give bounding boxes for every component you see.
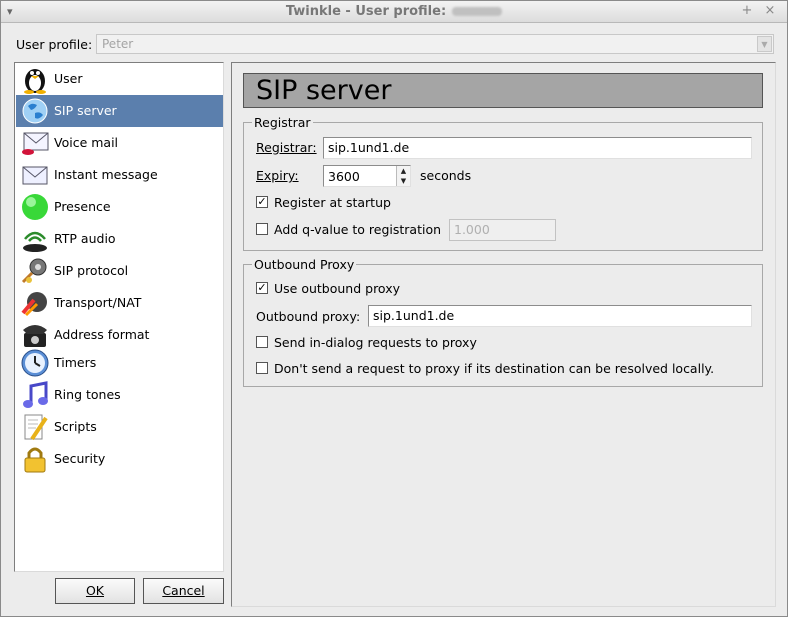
sidebar-item-transport-nat[interactable]: Transport/NAT [16, 287, 223, 319]
user-profile-label: User profile: [16, 37, 93, 52]
expiry-label: Expiry: [256, 168, 299, 183]
sidebar-item-label: Transport/NAT [54, 295, 142, 310]
settings-panel: SIP server Registrar Registrar: sip.1und… [231, 62, 776, 607]
sidebar-item-rtp-audio[interactable]: RTP audio [16, 223, 223, 255]
sidebar-item-instant-message[interactable]: Instant message [16, 159, 223, 191]
telephone-icon [23, 325, 47, 347]
send-in-dialog-checkbox[interactable] [256, 336, 268, 348]
spin-arrows-icon[interactable]: ▲ ▼ [396, 166, 410, 186]
register-at-startup-label[interactable]: Register at startup [274, 195, 391, 210]
outbound-proxy-group-legend: Outbound Proxy [252, 257, 357, 272]
tux-user-icon [24, 69, 46, 94]
use-outbound-proxy-checkbox[interactable]: ✓ [256, 282, 268, 294]
sidebar-item-label: Ring tones [54, 387, 121, 402]
cancel-button[interactable]: Cancel [143, 578, 224, 604]
user-profile-window: ▾ Twinkle - User profile: + × User profi… [0, 0, 788, 617]
outbound-proxy-label: Outbound proxy: [256, 309, 361, 324]
sidebar-item-label: User [54, 71, 83, 86]
expiry-spinbox[interactable]: 3600 ▲ ▼ [323, 165, 411, 187]
ok-button[interactable]: OK [55, 578, 135, 604]
expiry-value: 3600 [328, 169, 360, 184]
rtp-audio-icon [23, 231, 47, 252]
user-profile-value: Peter [102, 37, 134, 51]
envelope-icon [22, 166, 48, 185]
sidebar-item-user[interactable]: User [16, 63, 223, 95]
add-qvalue-checkbox[interactable] [256, 223, 268, 235]
sidebar-item-voice-mail[interactable]: Voice mail [16, 127, 223, 159]
registrar-label: Registrar: [256, 140, 317, 155]
blurred-profile-name [452, 7, 503, 16]
sidebar-item-label: Voice mail [54, 135, 119, 150]
expiry-unit-label: seconds [420, 168, 472, 183]
sidebar-item-presence[interactable]: Presence [16, 191, 223, 223]
close-button[interactable]: × [763, 4, 777, 18]
sidebar-item-label: Presence [54, 199, 111, 214]
registrar-group-legend: Registrar [252, 115, 313, 130]
sidebar-item-label: Address format [54, 327, 150, 342]
padlock-icon [24, 447, 46, 473]
use-outbound-proxy-label[interactable]: Use outbound proxy [274, 281, 400, 296]
sidebar-item-ring-tones[interactable]: Ring tones [16, 379, 223, 411]
transport-nat-icon [21, 292, 47, 317]
sidebar-item-label: Timers [54, 355, 97, 370]
sidebar-item-label: RTP audio [54, 231, 116, 246]
registrar-group: Registrar Registrar: sip.1und1.de Expiry… [243, 115, 763, 251]
script-pencil-icon [24, 414, 48, 441]
sidebar-item-label: Instant message [54, 167, 158, 182]
window-title: Twinkle - User profile: [285, 4, 447, 19]
sidebar-item-label: SIP protocol [54, 263, 129, 278]
dont-send-locally-checkbox[interactable] [256, 362, 268, 374]
page-title: SIP server [243, 73, 763, 108]
register-at-startup-checkbox[interactable]: ✓ [256, 196, 268, 208]
add-qvalue-label[interactable]: Add q-value to registration [274, 222, 441, 237]
title-bar: ▾ Twinkle - User profile: + × [1, 1, 787, 23]
chevron-down-icon[interactable]: ▼ [757, 36, 772, 52]
dont-send-locally-label[interactable]: Don't send a request to proxy if its des… [274, 361, 714, 376]
clock-icon [21, 349, 49, 377]
maximize-button[interactable]: + [740, 4, 754, 18]
sidebar-item-label: Security [54, 451, 106, 466]
sidebar-item-sip-server[interactable]: SIP server [16, 95, 223, 127]
user-profile-combobox[interactable]: Peter ▼ [96, 34, 774, 54]
registrar-input[interactable]: sip.1und1.de [323, 137, 752, 159]
send-in-dialog-label[interactable]: Send in-dialog requests to proxy [274, 335, 477, 350]
sidebar-item-label: SIP server [54, 103, 117, 118]
music-note-icon [23, 381, 48, 408]
outbound-proxy-input[interactable]: sip.1und1.de [368, 305, 752, 327]
presence-green-ball-icon [22, 194, 48, 220]
outbound-proxy-group: Outbound Proxy ✓ Use outbound proxy Outb… [243, 257, 763, 387]
sidebar-item-security[interactable]: Security [16, 443, 223, 475]
sidebar-item-sip-protocol[interactable]: SIP protocol [16, 255, 223, 287]
voicemail-envelope-icon [22, 132, 49, 155]
category-list: User SIP server Voice mail Instant messa… [14, 62, 224, 572]
sidebar-item-scripts[interactable]: Scripts [16, 411, 223, 443]
globe-icon [22, 98, 48, 124]
sidebar-item-label: Scripts [54, 419, 97, 434]
qvalue-input[interactable]: 1.000 [449, 219, 556, 241]
sip-protocol-gear-icon [21, 258, 47, 284]
sidebar-item-timers[interactable]: Timers [16, 347, 223, 379]
